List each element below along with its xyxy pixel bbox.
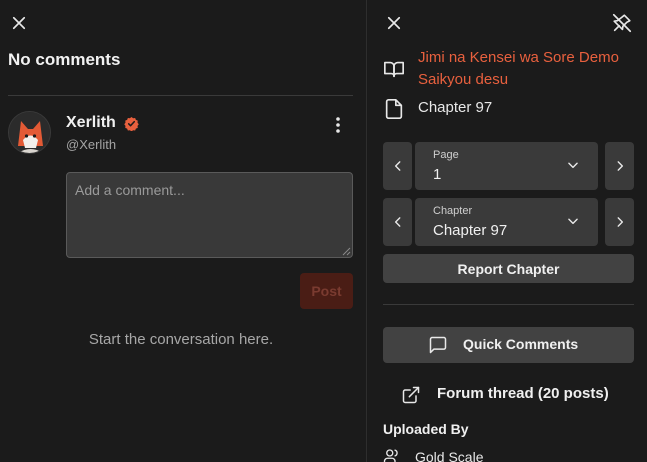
unpin-sidebar-button[interactable] [610, 11, 634, 35]
close-sidebar-button[interactable] [382, 11, 406, 35]
chapter-select-value: Chapter 97 [433, 222, 508, 239]
chevron-down-icon [568, 162, 578, 169]
close-comments-button[interactable] [7, 11, 31, 35]
close-icon [12, 16, 26, 30]
close-icon [387, 16, 401, 30]
chevron-down-icon [568, 218, 578, 225]
previous-chapter-button[interactable] [383, 198, 412, 246]
chapter-select[interactable]: Chapter Chapter 97 [415, 198, 598, 246]
fox-avatar-icon [9, 112, 50, 153]
users-icon [383, 449, 398, 462]
kebab-menu-icon [336, 117, 340, 133]
scanlation-group-link[interactable]: Gold Scale [415, 449, 483, 462]
page-select-caption: Page [433, 149, 459, 161]
message-square-icon [429, 336, 447, 354]
book-icon [384, 61, 404, 78]
avatar[interactable] [8, 111, 51, 154]
comments-heading: No comments [8, 50, 121, 69]
forum-thread-link[interactable]: Forum thread (20 posts) [383, 383, 634, 407]
comments-panel: No comments Xerlith @Xerlith Post Start … [0, 0, 367, 462]
chapter-label: Chapter 97 [418, 99, 493, 116]
uploaded-by-heading: Uploaded By [383, 421, 469, 437]
chevron-left-icon [394, 217, 400, 227]
next-page-button[interactable] [605, 142, 634, 190]
manga-title-link[interactable]: Jimi na Kensei wa Sore Demo Saikyou desu [418, 47, 640, 91]
external-link-icon [402, 386, 420, 404]
report-chapter-button[interactable]: Report Chapter [383, 254, 634, 283]
divider [383, 304, 634, 305]
page-select[interactable]: Page 1 [415, 142, 598, 190]
quick-comments-button[interactable]: Quick Comments [383, 327, 634, 363]
chapter-select-caption: Chapter [433, 205, 473, 217]
chevron-left-icon [394, 161, 400, 171]
verified-badge-icon [124, 116, 139, 131]
page-select-value: 1 [433, 166, 442, 183]
previous-page-button[interactable] [383, 142, 412, 190]
post-comment-button[interactable]: Post [300, 273, 353, 309]
file-icon [385, 99, 403, 119]
chevron-right-icon [617, 217, 623, 227]
reader-sidebar: Jimi na Kensei wa Sore Demo Saikyou desu… [368, 0, 647, 462]
quick-comments-label: Quick Comments [463, 336, 579, 352]
next-chapter-button[interactable] [605, 198, 634, 246]
comment-input[interactable] [66, 172, 353, 258]
divider [8, 95, 353, 96]
forum-thread-label: Forum thread (20 posts) [437, 385, 609, 402]
chevron-right-icon [617, 161, 623, 171]
user-handle: @Xerlith [66, 137, 117, 152]
user-name[interactable]: Xerlith [66, 114, 116, 132]
pin-off-icon [612, 13, 632, 33]
comment-options-button[interactable] [328, 114, 348, 136]
empty-comments-message: Start the conversation here. [88, 331, 274, 348]
